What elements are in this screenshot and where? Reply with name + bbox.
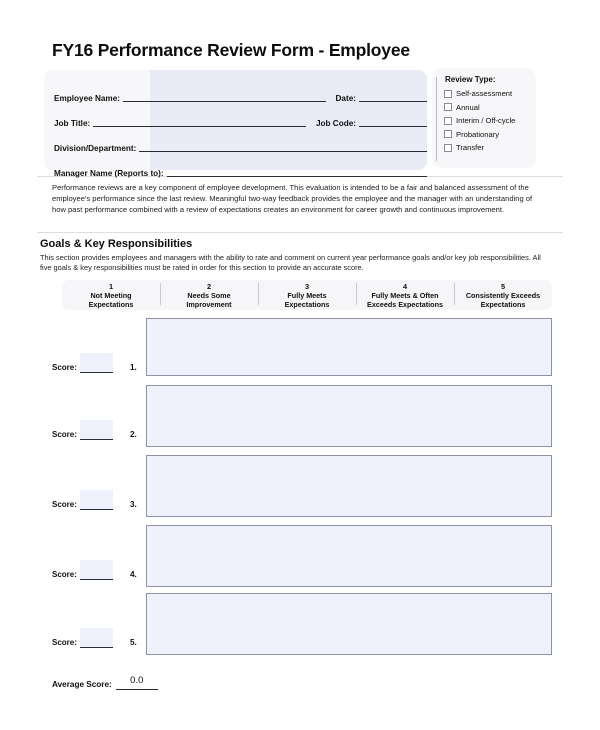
rating-scale-line1: Fully Meets & Often	[371, 291, 439, 300]
rating-scale-line2: Exceeds Expectations	[367, 300, 443, 309]
rating-scale-number: 2	[206, 282, 212, 291]
goal-number: 1.	[130, 363, 137, 372]
goal-score-input[interactable]	[79, 420, 113, 440]
rating-scale-line1: Fully Meets	[287, 291, 327, 300]
rating-scale-line1: Consistently Exceeds	[465, 291, 541, 300]
average-score-label: Average Score:	[52, 680, 112, 689]
review-type-option-interim-off-cycle[interactable]: Interim / Off-cycle	[444, 115, 536, 126]
rating-scale-line1: Not Meeting	[90, 291, 132, 300]
goals-section-description: This section provides employees and mana…	[40, 253, 541, 273]
goal-score-label: Score:	[52, 638, 77, 647]
review-type-option-label: Self-assessment	[456, 89, 513, 98]
employee-name-row: Employee Name: Date:	[44, 82, 427, 104]
rating-scale-number: 3	[304, 282, 310, 291]
employee-info-panel: Employee Name: Date: Job Title: Job Code…	[44, 70, 427, 178]
date-input[interactable]	[359, 91, 427, 102]
date-label: Date:	[335, 94, 356, 103]
employee-name-input[interactable]	[122, 91, 326, 102]
review-type-title: Review Type:	[445, 75, 496, 84]
employee-name-label: Employee Name:	[54, 94, 120, 103]
average-score-group: Average Score: 0.0	[52, 670, 158, 690]
average-score-value: 0.0	[130, 675, 144, 686]
rating-scale-line2: Expectations	[88, 300, 134, 309]
goal-row: Score: 4.	[0, 525, 600, 588]
goal-text-input[interactable]	[146, 455, 552, 517]
goal-score-input[interactable]	[79, 628, 113, 648]
job-code-input[interactable]	[359, 116, 427, 127]
goal-number: 4.	[130, 570, 137, 579]
review-type-option-self-assessment[interactable]: Self-assessment	[444, 88, 536, 99]
division-department-row: Division/Department:	[44, 132, 427, 154]
goal-score-label: Score:	[52, 430, 77, 439]
rating-scale-col-4: 4 Fully Meets & Often Exceeds Expectatio…	[356, 280, 454, 310]
goal-row: Score: 5.	[0, 593, 600, 656]
average-score-field: 0.0	[115, 670, 158, 690]
review-type-option-transfer[interactable]: Transfer	[444, 142, 536, 153]
goal-score-input[interactable]	[79, 353, 113, 373]
job-title-label: Job Title:	[54, 119, 91, 128]
review-type-option-annual[interactable]: Annual	[444, 102, 536, 113]
review-type-panel: Review Type: Self-assessment Annual Inte…	[432, 68, 536, 168]
divider-middle	[37, 232, 563, 233]
goal-score-group: Score:	[52, 628, 113, 648]
manager-name-input[interactable]	[166, 166, 427, 177]
checkbox-icon[interactable]	[444, 116, 452, 125]
division-department-label: Division/Department:	[54, 144, 137, 153]
checkbox-icon[interactable]	[444, 130, 452, 138]
rating-scale-number: 1	[108, 282, 114, 291]
goal-number: 5.	[130, 638, 137, 647]
division-department-input[interactable]	[139, 141, 427, 152]
job-code-label: Job Code:	[315, 119, 356, 128]
manager-name-label: Manager Name (Reports to):	[54, 169, 164, 178]
goal-row: Score: 1.	[0, 318, 600, 381]
goal-score-input[interactable]	[79, 490, 113, 510]
rating-scale-line1: Needs Some	[187, 291, 231, 300]
goal-text-input[interactable]	[146, 525, 552, 587]
page-title: FY16 Performance Review Form - Employee	[52, 40, 410, 60]
rating-scale: 1 Not Meeting Expectations 2 Needs Some …	[62, 280, 552, 310]
goal-text-input[interactable]	[146, 385, 552, 447]
goal-score-label: Score:	[52, 570, 77, 579]
goal-row: Score: 3.	[0, 455, 600, 518]
checkbox-icon[interactable]	[444, 89, 452, 98]
review-type-option-label: Interim / Off-cycle	[456, 116, 516, 125]
goal-score-input[interactable]	[79, 560, 113, 580]
rating-scale-number: 4	[402, 282, 408, 291]
rating-scale-col-5: 5 Consistently Exceeds Expectations	[454, 280, 552, 310]
rating-scale-line2: Expectations	[480, 300, 526, 309]
goal-score-group: Score:	[52, 490, 113, 510]
goal-score-group: Score:	[52, 420, 113, 440]
review-type-option-label: Transfer	[456, 143, 484, 152]
goals-section-title: Goals & Key Responsibilities	[40, 238, 193, 250]
rating-scale-col-3: 3 Fully Meets Expectations	[258, 280, 356, 310]
intro-paragraph: Performance reviews are a key component …	[52, 183, 533, 215]
goal-score-label: Score:	[52, 363, 77, 372]
job-title-row: Job Title: Job Code:	[44, 107, 427, 129]
checkbox-icon[interactable]	[444, 103, 452, 111]
rating-scale-line2: Improvement	[186, 300, 232, 309]
goal-number: 2.	[130, 430, 137, 439]
goal-text-input[interactable]	[146, 318, 552, 376]
rating-scale-number: 5	[500, 282, 506, 291]
performance-review-form: FY16 Performance Review Form - Employee …	[0, 0, 600, 730]
goal-score-group: Score:	[52, 353, 113, 373]
goal-row: Score: 2.	[0, 385, 600, 448]
manager-name-row: Manager Name (Reports to):	[44, 157, 427, 179]
review-type-option-probationary[interactable]: Probationary	[444, 129, 536, 140]
review-type-option-label: Annual	[456, 102, 480, 112]
rating-scale-col-1: 1 Not Meeting Expectations	[62, 280, 160, 310]
goal-text-input[interactable]	[146, 593, 552, 655]
goal-score-group: Score:	[52, 560, 113, 580]
rating-scale-line2: Expectations	[284, 300, 330, 309]
review-type-option-label: Probationary	[456, 129, 500, 139]
job-title-input[interactable]	[93, 116, 306, 127]
goal-number: 3.	[130, 500, 137, 509]
checkbox-icon[interactable]	[444, 143, 452, 152]
rating-scale-col-2: 2 Needs Some Improvement	[160, 280, 258, 310]
goal-score-label: Score:	[52, 500, 77, 509]
